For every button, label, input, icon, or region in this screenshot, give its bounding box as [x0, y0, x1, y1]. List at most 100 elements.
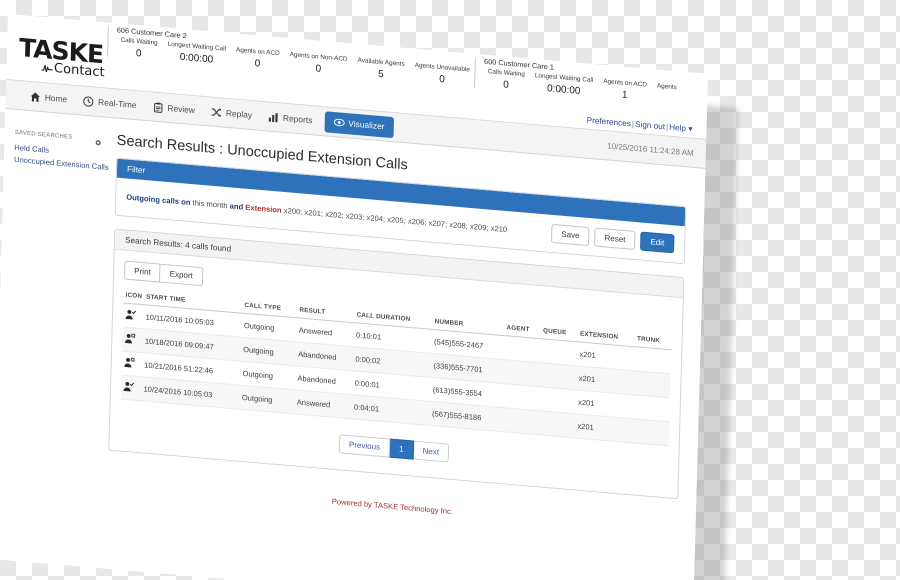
stat-longest-waiting-call: Longest Waiting Call 0:00:00 — [162, 40, 231, 67]
cell-extension: x201 — [575, 413, 633, 443]
cell-trunk — [632, 418, 670, 446]
stat-value: 1 — [621, 89, 628, 102]
queue-stats-group-2: 600 Customer Care 1 Calls Waiting 0 Long… — [474, 57, 708, 108]
clock-icon — [83, 95, 94, 107]
preferences-link[interactable]: Preferences — [587, 116, 631, 129]
edit-button[interactable]: Edit — [640, 231, 675, 254]
nav-label: Review — [167, 102, 196, 116]
logo-secondary-label: Contact — [53, 60, 105, 80]
cell-trunk — [632, 394, 671, 422]
sidebar-title: SAVED SEARCHES — [14, 129, 73, 141]
cell-agent — [501, 407, 539, 435]
taske-contact-app-window: TASKE Contact 606 Customer Care 2 Calls … — [0, 14, 708, 580]
cell-number: (567)555-8186 — [429, 401, 503, 432]
gear-icon[interactable] — [94, 135, 103, 146]
stat-label: Agents — [656, 82, 677, 92]
filter-part-extension-list: x200; x201; x202; x203; x204; x205; x206… — [283, 205, 508, 235]
stat-agents-on-acd: Agents on ACD 0 — [231, 46, 285, 72]
pagination-page-1[interactable]: 1 — [389, 438, 414, 460]
cell-trunk — [633, 370, 671, 398]
stat-agents-2: Agents — [651, 82, 681, 106]
cell-agent — [503, 335, 541, 363]
stat-value: 5 — [377, 68, 384, 81]
stat-value: 0 — [254, 58, 261, 70]
chevron-down-icon[interactable]: ▾ — [688, 124, 692, 133]
pagination-next[interactable]: Next — [413, 440, 450, 463]
nav-label: Home — [44, 92, 68, 105]
row-icon-cell — [120, 375, 142, 401]
stat-label: Calls Waiting — [487, 68, 525, 79]
app-body: SAVED SEARCHES Held Calls Unoccupied Ext… — [0, 109, 706, 580]
nav-label: Reports — [282, 112, 313, 126]
nav-label: Real-Time — [98, 96, 137, 111]
print-button[interactable]: Print — [123, 260, 161, 283]
current-datetime: 10/25/2016 11:24:28 AM — [607, 140, 694, 158]
stat-agents-unavailable: Agents Unavailable 0 — [409, 61, 475, 88]
stat-agents-on-acd-2: Agents on ACD 1 — [598, 78, 652, 104]
bar-chart-icon — [268, 111, 279, 123]
person-answered-icon — [125, 309, 137, 323]
nav-label: Replay — [225, 107, 253, 121]
stat-label: Agents on ACD — [235, 46, 280, 58]
cell-result: Answered — [294, 389, 353, 419]
stat-label: Calls Waiting — [120, 36, 158, 47]
stat-value: 0 — [503, 79, 509, 91]
clipboard-icon — [152, 101, 163, 113]
eye-icon — [333, 117, 345, 129]
stat-value: 0:00:00 — [546, 83, 581, 98]
row-icon-cell — [122, 303, 144, 329]
stat-calls-waiting: Calls Waiting 0 — [115, 36, 163, 61]
stat-label: Agents on ACD — [603, 77, 648, 89]
waveform-svg — [41, 64, 54, 72]
filter-part-and: and — [229, 201, 244, 212]
pagination-previous[interactable]: Previous — [338, 434, 391, 458]
row-icon-cell — [121, 351, 143, 377]
person-abandoned-icon — [124, 333, 136, 347]
stat-value: 0 — [135, 48, 142, 60]
nav-item-real-time[interactable]: Real-Time — [75, 85, 145, 120]
nav-item-replay[interactable]: Replay — [203, 96, 261, 130]
help-link[interactable]: Help — [669, 123, 686, 133]
cell-queue — [538, 386, 577, 414]
browser-window-wrap: TASKE Contact 606 Customer Care 2 Calls … — [0, 14, 708, 580]
cell-agent — [502, 359, 541, 387]
cell-agent — [502, 383, 540, 411]
sign-out-link[interactable]: Sign out — [635, 120, 665, 132]
results-panel: Search Results: 4 calls found Print Expo… — [108, 228, 685, 500]
stat-value: 0 — [315, 63, 322, 75]
waveform-icon — [41, 62, 54, 76]
shuffle-icon — [211, 106, 222, 118]
cell-queue — [538, 410, 576, 438]
nav-item-home[interactable]: Home — [21, 81, 75, 115]
export-button[interactable]: Export — [160, 263, 204, 287]
cell-queue — [539, 362, 578, 390]
stat-calls-waiting-2: Calls Waiting 0 — [482, 68, 530, 93]
stat-value: 0:00:00 — [179, 51, 214, 66]
cell-queue — [540, 338, 578, 366]
row-icon-cell — [122, 327, 144, 353]
sidebar: SAVED SEARCHES Held Calls Unoccupied Ext… — [0, 109, 114, 569]
stat-label: Available Agents — [357, 56, 405, 68]
filter-part-period: this month — [192, 198, 228, 211]
stat-longest-waiting-call-2: Longest Waiting Call 0:00:00 — [529, 72, 598, 99]
nav-item-review[interactable]: Review — [144, 91, 203, 125]
filter-actions: Save Reset Edit — [551, 223, 675, 254]
nav-item-visualizer[interactable]: Visualizer — [324, 110, 394, 138]
filter-part-on: on — [181, 197, 191, 208]
nav-label: Visualizer — [348, 118, 385, 132]
reset-button[interactable]: Reset — [594, 227, 636, 251]
cell-trunk — [634, 346, 672, 374]
home-icon — [30, 91, 41, 103]
stat-value — [657, 93, 677, 95]
person-answered-icon — [123, 381, 135, 395]
stat-agents-on-non-acd: Agents on Non-ACD 0 — [284, 51, 352, 78]
queue-stats-group-1: 606 Customer Care 2 Calls Waiting 0 Long… — [107, 25, 476, 88]
stat-available-agents: Available Agents 5 — [352, 57, 410, 83]
app-logo[interactable]: TASKE Contact — [18, 15, 108, 80]
filter-part-extension-label: Extension — [245, 202, 282, 215]
nav-item-reports[interactable]: Reports — [260, 101, 321, 135]
stat-value: 0 — [439, 73, 445, 86]
main-content: Search Results : Unoccupied Extension Ca… — [101, 118, 705, 580]
save-button[interactable]: Save — [551, 223, 590, 247]
cell-call-type: Outgoing — [239, 385, 296, 414]
